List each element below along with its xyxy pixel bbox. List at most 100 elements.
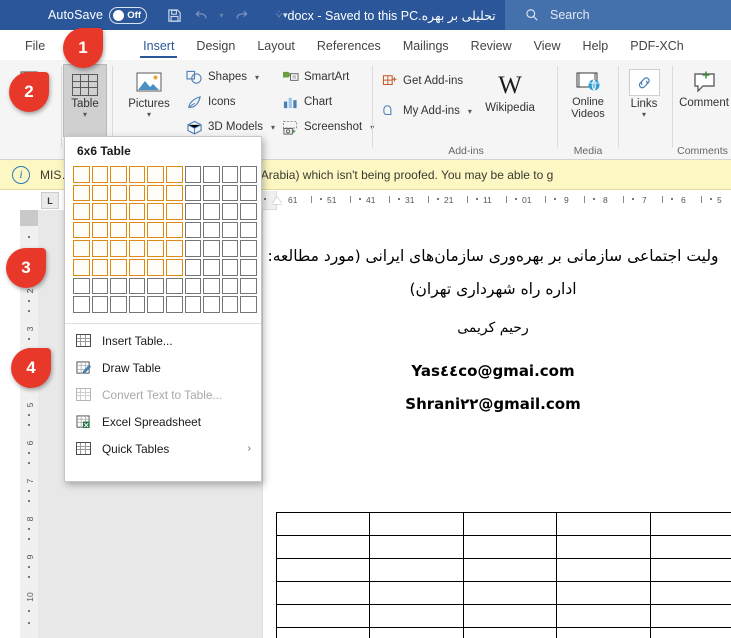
table-grid-cell[interactable]	[203, 277, 220, 295]
table-grid-cell[interactable]	[73, 221, 90, 239]
table-grid-cell[interactable]	[91, 240, 109, 257]
document-title-paragraph[interactable]: ولیت اجتماعی سازمانی بر بهره‌وری سازمان‌…	[263, 240, 723, 306]
table-grid-cell[interactable]	[73, 240, 90, 257]
table-cell[interactable]	[462, 627, 558, 638]
table-cell[interactable]	[369, 535, 464, 559]
tab-mailings[interactable]: Mailings	[392, 32, 460, 60]
table-grid-cell[interactable]	[147, 296, 164, 313]
table-grid-cell[interactable]	[73, 277, 90, 295]
table-cell[interactable]	[369, 558, 464, 582]
table-cell[interactable]	[275, 512, 371, 536]
table-grid-cell[interactable]	[110, 296, 127, 313]
table-grid-cell[interactable]	[128, 258, 146, 276]
table-row[interactable]	[275, 604, 731, 628]
table-grid-cell[interactable]	[147, 166, 164, 183]
icons-button[interactable]: Icons	[186, 91, 236, 113]
table-grid-cell[interactable]	[165, 203, 183, 220]
menu-item-excel-spreadsheet[interactable]: Excel Spreadsheet	[65, 408, 261, 435]
table-grid-cell[interactable]	[110, 203, 127, 220]
shapes-button[interactable]: Shapes ▾	[186, 66, 259, 88]
table-cell[interactable]	[556, 581, 651, 605]
table-cell[interactable]	[462, 581, 558, 605]
table-grid-cell[interactable]	[147, 184, 164, 202]
table-cell[interactable]	[369, 581, 464, 605]
table-grid-cell[interactable]	[91, 166, 109, 183]
table-grid-cell[interactable]	[165, 258, 183, 276]
wikipedia-button[interactable]: W Wikipedia	[480, 68, 540, 114]
table-grid-cell[interactable]	[147, 221, 164, 239]
table-row[interactable]	[275, 535, 731, 559]
table-grid-cell[interactable]	[147, 203, 164, 220]
table-grid-cell[interactable]	[73, 203, 90, 220]
table-cell[interactable]	[649, 627, 731, 638]
table-grid-cell[interactable]	[184, 221, 202, 239]
table-grid-cell[interactable]	[110, 277, 127, 295]
chart-button[interactable]: Chart	[282, 91, 332, 113]
table-grid-cell[interactable]	[91, 277, 109, 295]
screenshot-button[interactable]: Screenshot ▾	[282, 116, 374, 138]
autosave-control[interactable]: AutoSave Off	[48, 6, 148, 24]
table-grid-cell[interactable]	[184, 166, 202, 183]
table-cell[interactable]	[556, 558, 651, 582]
my-addins-button[interactable]: My Add-ins ▾	[382, 100, 472, 122]
table-cell[interactable]	[462, 512, 558, 536]
table-grid-cell[interactable]	[110, 184, 127, 202]
table-row[interactable]	[275, 627, 731, 638]
tab-stop-selector[interactable]: L	[41, 192, 59, 209]
table-cell[interactable]	[462, 604, 558, 628]
menu-item-draw-table[interactable]: Draw Table	[65, 354, 261, 381]
redo-icon[interactable]	[228, 2, 254, 28]
table-cell[interactable]	[556, 604, 651, 628]
pictures-caret[interactable]: ▾	[147, 110, 151, 119]
table-grid-cell[interactable]	[91, 184, 109, 202]
tab-pdf-xchange[interactable]: PDF-XCh	[619, 32, 694, 60]
my-addins-caret[interactable]: ▾	[468, 107, 472, 116]
table-row[interactable]	[275, 558, 731, 582]
autosave-toggle[interactable]: Off	[109, 6, 148, 24]
table-grid-cell[interactable]	[184, 203, 202, 220]
table-grid-cell[interactable]	[73, 258, 90, 276]
table-grid-cell[interactable]	[91, 258, 109, 276]
table-cell[interactable]	[649, 512, 731, 536]
table-cell[interactable]	[369, 604, 464, 628]
tab-insert[interactable]: Insert	[132, 32, 185, 60]
table-grid-cell[interactable]	[221, 277, 239, 295]
table-grid-cell[interactable]	[240, 166, 257, 183]
table-cell[interactable]	[649, 558, 731, 582]
table-grid-cell[interactable]	[147, 258, 164, 276]
table-grid-cell[interactable]	[147, 277, 164, 295]
table-grid-cell[interactable]	[203, 184, 220, 202]
tab-view[interactable]: View	[523, 32, 572, 60]
table-cell[interactable]	[649, 581, 731, 605]
table-cell[interactable]	[275, 581, 371, 605]
table-grid-cell[interactable]	[165, 240, 183, 257]
table-grid-cell[interactable]	[240, 203, 257, 220]
table-grid-cell[interactable]	[203, 258, 220, 276]
document-title-caret[interactable]: ▾	[283, 10, 288, 21]
table-grid-cell[interactable]	[91, 296, 109, 313]
table-dropdown-menu[interactable]: 6x6 Table Insert Table... Draw Table Con…	[64, 136, 262, 482]
table-grid-cell[interactable]	[221, 258, 239, 276]
table-cell[interactable]	[275, 604, 371, 628]
document-email-1[interactable]: Yas٤٤co@gmai.com	[263, 362, 723, 380]
get-addins-button[interactable]: Get Add-ins	[382, 70, 463, 92]
table-grid-cell[interactable]	[128, 203, 146, 220]
3d-models-button[interactable]: 3D Models ▾	[186, 116, 275, 138]
table-grid-cell[interactable]	[221, 166, 239, 183]
document-page[interactable]: ولیت اجتماعی سازمانی بر بهره‌وری سازمان‌…	[262, 210, 731, 638]
table-cell[interactable]	[462, 558, 558, 582]
table-cell[interactable]	[275, 558, 371, 582]
smartart-button[interactable]: SmartArt	[282, 66, 349, 88]
table-grid-cell[interactable]	[240, 258, 257, 276]
table-grid-cell[interactable]	[128, 296, 146, 313]
table-grid-cell[interactable]	[147, 240, 164, 257]
table-cell[interactable]	[556, 627, 651, 638]
table-grid-cell[interactable]	[184, 184, 202, 202]
table-grid-cell[interactable]	[240, 277, 257, 295]
table-cell[interactable]	[275, 627, 371, 638]
table-grid-cell[interactable]	[240, 184, 257, 202]
table-cell[interactable]	[649, 535, 731, 559]
table-grid-cell[interactable]	[91, 221, 109, 239]
tab-review[interactable]: Review	[460, 32, 523, 60]
table-grid-cell[interactable]	[221, 221, 239, 239]
